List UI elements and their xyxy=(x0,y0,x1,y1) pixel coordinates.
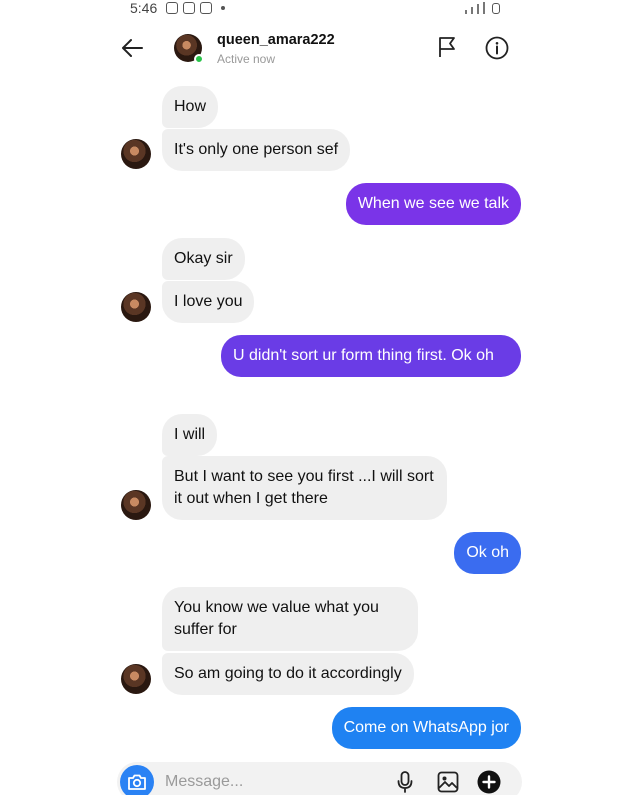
signal-bar-icon xyxy=(483,2,485,14)
status-time: 5:46 xyxy=(130,0,158,16)
incoming-message[interactable]: How xyxy=(162,86,219,128)
message-input[interactable] xyxy=(165,773,365,791)
signal-bar-icon xyxy=(465,10,467,14)
more-notifications-icon xyxy=(221,6,225,10)
info-icon[interactable] xyxy=(485,36,509,60)
online-indicator xyxy=(194,54,204,64)
outgoing-message[interactable]: Ok oh xyxy=(454,532,521,574)
incoming-message[interactable]: Okay sir xyxy=(162,238,245,280)
instagram-notification-icon xyxy=(166,2,178,14)
incoming-message[interactable]: So am going to do it accordingly xyxy=(162,653,414,695)
sender-avatar[interactable] xyxy=(121,490,151,520)
sender-avatar[interactable] xyxy=(121,139,151,169)
gallery-icon[interactable] xyxy=(437,771,459,793)
sender-avatar[interactable] xyxy=(121,664,151,694)
youtube-notification-icon xyxy=(200,2,212,14)
signal-icons xyxy=(465,2,500,14)
outgoing-message[interactable]: Come on WhatsApp jor xyxy=(331,707,521,749)
mic-icon[interactable] xyxy=(397,771,413,793)
chat-header: queen_amara222 Active now xyxy=(0,20,640,76)
gallery-notification-icon xyxy=(183,2,195,14)
incoming-message[interactable]: But I want to see you first ...I will so… xyxy=(162,456,447,520)
incoming-message[interactable]: It's only one person sef xyxy=(162,129,351,171)
signal-bar-icon xyxy=(471,7,473,14)
contact-username[interactable]: queen_amara222 xyxy=(217,32,335,48)
incoming-message[interactable]: You know we value what you suffer for xyxy=(162,587,418,651)
status-bar: 5:46 xyxy=(0,0,640,20)
active-status: Active now xyxy=(217,52,276,66)
signal-bar-icon xyxy=(477,4,479,14)
back-arrow-icon[interactable] xyxy=(120,38,144,58)
battery-icon xyxy=(492,3,500,14)
camera-button[interactable] xyxy=(120,765,154,795)
plus-icon[interactable] xyxy=(477,770,501,794)
camera-icon xyxy=(128,774,146,790)
incoming-message[interactable]: I love you xyxy=(162,281,255,323)
sender-avatar[interactable] xyxy=(121,292,151,322)
outgoing-message[interactable]: U didn't sort ur form thing first. Ok oh xyxy=(221,335,521,377)
flag-icon[interactable] xyxy=(437,36,457,58)
status-notification-icons xyxy=(166,2,225,14)
incoming-message[interactable]: I will xyxy=(162,414,218,456)
outgoing-message[interactable]: When we see we talk xyxy=(345,183,521,225)
message-composer xyxy=(117,762,522,795)
